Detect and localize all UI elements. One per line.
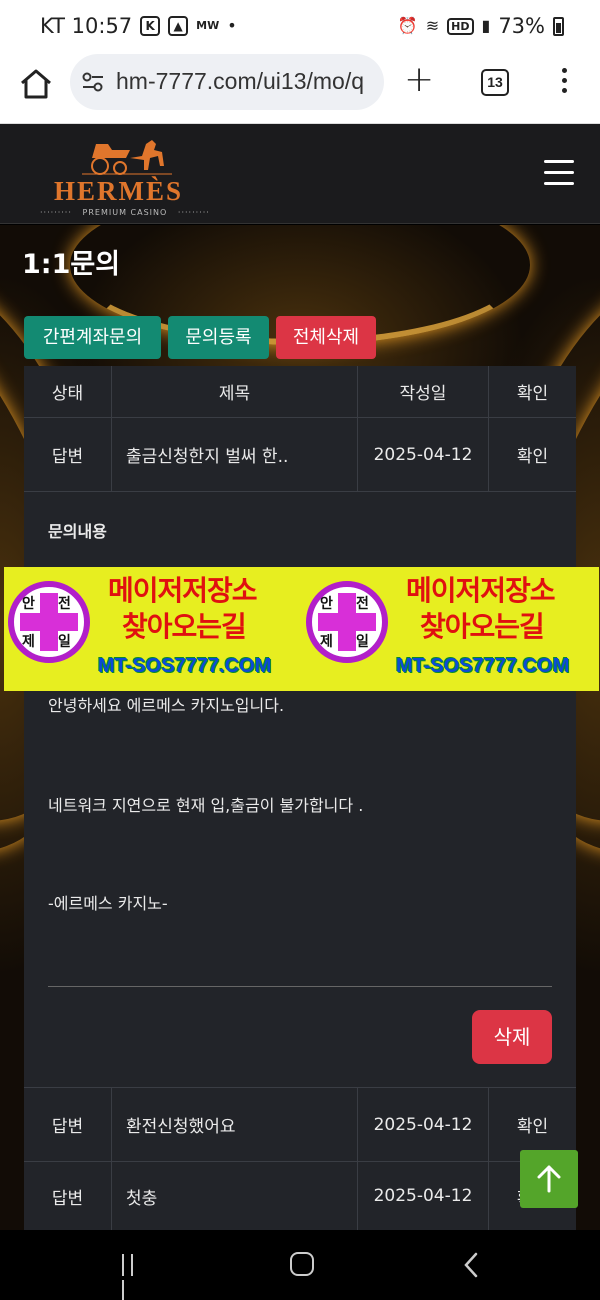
safety-badge-icon: 안 전 제 일 [8, 581, 90, 663]
site-header: HERMÈS ········· PREMIUM CASINO ········… [0, 124, 600, 224]
table-header-row: 상태 제목 작성일 확인 [24, 366, 576, 418]
header-status: 상태 [24, 366, 112, 417]
badge-char: 안 [22, 596, 35, 612]
home-icon[interactable] [18, 66, 54, 102]
url-text[interactable]: hm-7777.com/ui13/mo/q [116, 68, 378, 95]
row-status: 답변 [24, 1162, 112, 1230]
row-confirm[interactable]: 확인 [489, 418, 576, 491]
detail-line: 네트워크 지연으로 현재 입,출금이 불가합니다 . [48, 796, 364, 815]
banner-half: 안 전 제 일 메이저저장소 찾아오는길 MT-SOS7777.COM [302, 567, 599, 691]
badge-char: 전 [356, 596, 369, 612]
site-settings-icon[interactable] [82, 72, 104, 92]
back-icon[interactable] [462, 1252, 480, 1278]
carriage-logo-icon [82, 140, 172, 175]
watermark-banner: 안 전 제 일 메이저저장소 찾아오는길 MT-SOS7777.COM 안 전 … [4, 567, 599, 691]
signal-icon: ▮ [481, 16, 491, 35]
delete-all-button[interactable]: 전체삭제 [276, 316, 376, 359]
delete-button[interactable]: 삭제 [472, 1010, 552, 1064]
header-title: 제목 [112, 366, 358, 417]
header-confirm: 확인 [516, 384, 549, 404]
battery-percent: 73% [498, 14, 545, 38]
status-bar: KT 10:57 K ▲ MW • ⏰ ≋ HD ▮ 73% [0, 0, 600, 54]
row-title[interactable]: 첫충 [112, 1162, 358, 1230]
header-date: 작성일 [358, 366, 489, 417]
row-date: 2025-04-12 [358, 1088, 489, 1161]
banner-line2: 찾아오는길 [122, 610, 247, 643]
arrow-up-icon [537, 1165, 561, 1193]
more-notifications-dot: • [227, 16, 237, 35]
status-time: KT 10:57 [40, 14, 133, 38]
badge-char: 제 [22, 634, 35, 650]
banner-url: MT-SOS7777.COM [98, 655, 272, 677]
banner-url: MT-SOS7777.COM [396, 655, 570, 677]
system-nav-bar [0, 1230, 600, 1300]
detail-line: -에르메스 카지노- [48, 894, 168, 913]
recent-apps-icon[interactable] [122, 1254, 148, 1300]
new-tab-button[interactable]: + [404, 62, 434, 98]
hd-voice-icon: HD [447, 17, 474, 35]
safety-badge-icon: 안 전 제 일 [306, 581, 388, 663]
mw-notification-icon: MW [196, 19, 220, 32]
row-status: 답변 [24, 1088, 112, 1161]
new-inquiry-button[interactable]: 문의등록 [168, 316, 269, 359]
table-row[interactable]: 답변 출금신청한지 벌써 한.. 2025-04-12 확인 [24, 418, 576, 492]
detail-divider [48, 986, 552, 987]
account-inquiry-button[interactable]: 간편계좌문의 [24, 316, 161, 359]
badge-char: 일 [58, 634, 71, 650]
table-row[interactable]: 답변 환전신청했어요 2025-04-12 확인 [24, 1088, 576, 1162]
banner-line1: 메이저저장소 [108, 574, 258, 607]
app-notification-icon: K [140, 16, 161, 36]
hamburger-menu-icon[interactable] [544, 160, 574, 186]
tab-switcher-button[interactable]: 13 [481, 69, 509, 96]
inquiry-table: 상태 제목 작성일 확인 답변 출금신청한지 벌써 한.. 2025-04-12… [24, 366, 576, 1230]
banner-half: 안 전 제 일 메이저저장소 찾아오는길 MT-SOS7777.COM [4, 567, 301, 691]
banner-line2: 찾아오는길 [420, 610, 545, 643]
page-title: 1:1문의 [22, 249, 121, 280]
hermes-logo[interactable]: HERMÈS ········· PREMIUM CASINO ········… [40, 132, 220, 220]
badge-char: 안 [320, 596, 333, 612]
table-row[interactable]: 답변 첫충 2025-04-12 확인 [24, 1162, 576, 1230]
nav-home-icon[interactable] [290, 1252, 314, 1276]
banner-line1: 메이저저장소 [406, 574, 556, 607]
badge-char: 일 [356, 634, 369, 650]
brand-name: HERMÈS [54, 176, 184, 206]
address-bar[interactable]: hm-7777.com/ui13/mo/q [70, 54, 384, 110]
row-title[interactable]: 출금신청한지 벌써 한.. [112, 418, 358, 491]
brand-tagline: ········· PREMIUM CASINO ········· [40, 208, 210, 217]
row-status: 답변 [24, 418, 112, 491]
scroll-to-top-button[interactable] [520, 1150, 578, 1208]
alarm-icon: ⏰ [397, 16, 418, 35]
browser-menu-icon[interactable] [556, 68, 572, 98]
row-date: 2025-04-12 [358, 1162, 489, 1230]
detail-label: 문의내용 [48, 522, 107, 541]
badge-char: 전 [58, 596, 71, 612]
row-title[interactable]: 환전신청했어요 [112, 1088, 358, 1161]
wifi-icon: ≋ [425, 16, 440, 35]
gallery-notification-icon: ▲ [168, 16, 189, 36]
battery-icon [553, 16, 564, 36]
row-date: 2025-04-12 [358, 418, 489, 491]
badge-char: 제 [320, 634, 333, 650]
detail-line: 안녕하세요 에르메스 카지노입니다. [48, 696, 285, 715]
browser-toolbar: hm-7777.com/ui13/mo/q + 13 [0, 54, 600, 124]
